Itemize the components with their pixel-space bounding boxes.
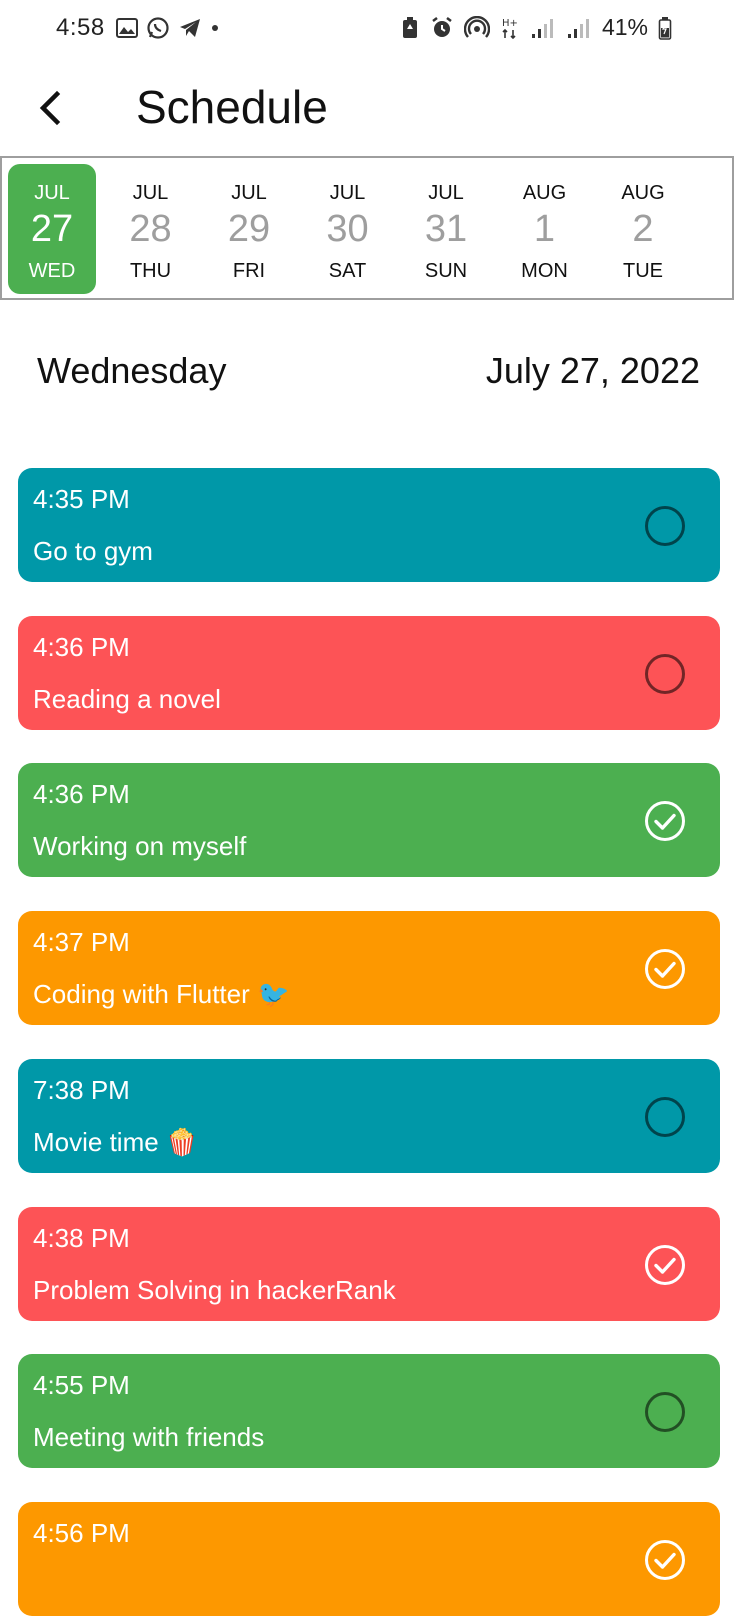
page-title: Schedule [136, 81, 328, 133]
date-month: JUL [132, 182, 169, 204]
date-day: 2 [632, 208, 654, 250]
date-item[interactable]: AUG 2 TUE [599, 164, 687, 294]
battery-saver-icon [402, 16, 417, 38]
task-time: 4:35 PM [33, 484, 130, 514]
date-day: 1 [533, 208, 556, 250]
date-day: 27 [30, 208, 74, 250]
date-strip[interactable]: JUL 27 WED JUL 28 THU JUL 29 FRI JUL 30 SAT JUL 31 SUN… [0, 156, 734, 300]
gallery-icon [116, 18, 138, 38]
date-item[interactable]: JUL 29 FRI [205, 164, 293, 294]
telegram-icon [180, 19, 200, 37]
checked-circle-icon[interactable] [644, 1539, 686, 1581]
date-month: JUL [34, 182, 70, 204]
back-button[interactable] [26, 80, 74, 136]
task-title: Go to gym [33, 536, 153, 566]
task-card[interactable]: 4:56 PM [18, 1501, 720, 1616]
task-time: 7:38 PM [33, 1074, 130, 1105]
date-month: AUG [522, 182, 567, 204]
date-month: JUL [428, 182, 464, 204]
date-month: A [698, 182, 733, 205]
date-item[interactable]: A 3 W [698, 164, 733, 294]
checked-circle-icon[interactable] [644, 948, 686, 990]
task-time: 4:36 PM [33, 779, 130, 810]
checked-circle-icon[interactable] [644, 800, 686, 842]
task-card[interactable]: 4:36 PM Reading a novel [18, 615, 720, 730]
date-month: JUL [329, 182, 366, 204]
checked-circle-icon[interactable] [644, 1244, 686, 1286]
date-day: 29 [227, 208, 271, 250]
task-title: Working on myself [33, 831, 247, 862]
battery-icon [658, 16, 672, 40]
task-time: 4:55 PM [33, 1370, 130, 1401]
whatsapp-icon [147, 17, 169, 39]
status-bar: 4:58 H+ 41% [0, 0, 738, 62]
date-item[interactable]: JUL 31 SUN [402, 164, 490, 294]
task-card[interactable]: 4:36 PM Working on myself [18, 763, 720, 878]
date-month: JUL [231, 182, 267, 204]
task-card[interactable]: 4:37 PM Coding with Flutter 🐦 [18, 911, 720, 1026]
unchecked-circle-icon[interactable] [644, 1096, 686, 1138]
battery-percent: 41% [601, 14, 648, 40]
svg-text:H+: H+ [502, 18, 518, 29]
status-left-icons [116, 16, 220, 40]
date-weekday: FRI [232, 260, 266, 282]
date-day: 3 [698, 208, 732, 251]
task-card[interactable]: 7:38 PM Movie time 🍿 [18, 1058, 720, 1173]
date-day: 31 [424, 208, 468, 250]
unchecked-circle-icon[interactable] [644, 653, 686, 695]
date-weekday: TUE [623, 260, 663, 282]
date-item[interactable]: JUL 28 THU [107, 164, 195, 294]
task-title: Problem Solving in hackerRank [33, 1274, 396, 1305]
task-time: 4:36 PM [33, 631, 130, 662]
task-card[interactable]: 4:55 PM Meeting with friends [18, 1354, 720, 1469]
task-time: 4:38 PM [33, 1222, 130, 1253]
day-name: Wednesday [37, 350, 227, 391]
unchecked-circle-icon[interactable] [644, 505, 686, 547]
status-right-icons: H+ 41% [400, 14, 672, 41]
date-weekday: SAT [328, 260, 367, 282]
date-item[interactable]: AUG 1 MON [501, 164, 589, 294]
hotspot-icon [463, 15, 490, 38]
network-type-icon: H+ [502, 18, 518, 39]
task-title: Coding with Flutter 🐦 [33, 979, 290, 1010]
status-time: 4:58 [56, 14, 105, 41]
task-card[interactable]: 4:38 PM Problem Solving in hackerRank [18, 1206, 720, 1321]
dot-icon [212, 25, 218, 31]
date-weekday: THU [129, 260, 172, 282]
date-weekday: SUN [424, 260, 468, 282]
unchecked-circle-icon[interactable] [644, 1391, 686, 1433]
signal-icon [531, 18, 553, 38]
signal-icon [567, 18, 589, 38]
date-day: 30 [326, 208, 369, 250]
full-date: July 27, 2022 [485, 350, 700, 391]
task-title: Reading a novel [33, 683, 221, 714]
task-time: 4:56 PM [33, 1517, 130, 1548]
date-day: 28 [129, 208, 172, 250]
task-time: 4:37 PM [33, 927, 130, 958]
chevron-left-icon [39, 90, 61, 126]
date-item[interactable]: JUL 27 WED [8, 164, 96, 294]
app-bar: Schedule [0, 62, 738, 154]
date-weekday: W [698, 260, 733, 283]
date-item[interactable]: JUL 30 SAT [304, 164, 392, 294]
date-weekday: WED [28, 260, 76, 282]
date-month: AUG [621, 182, 665, 204]
task-title: Movie time 🍿 [33, 1126, 199, 1157]
task-card[interactable]: 4:35 PM Go to gym [18, 468, 720, 582]
alarm-icon [432, 16, 452, 37]
task-title: Meeting with friends [33, 1422, 265, 1453]
day-header: Wednesday July 27, 2022 [0, 350, 738, 410]
date-weekday: MON [521, 260, 568, 282]
